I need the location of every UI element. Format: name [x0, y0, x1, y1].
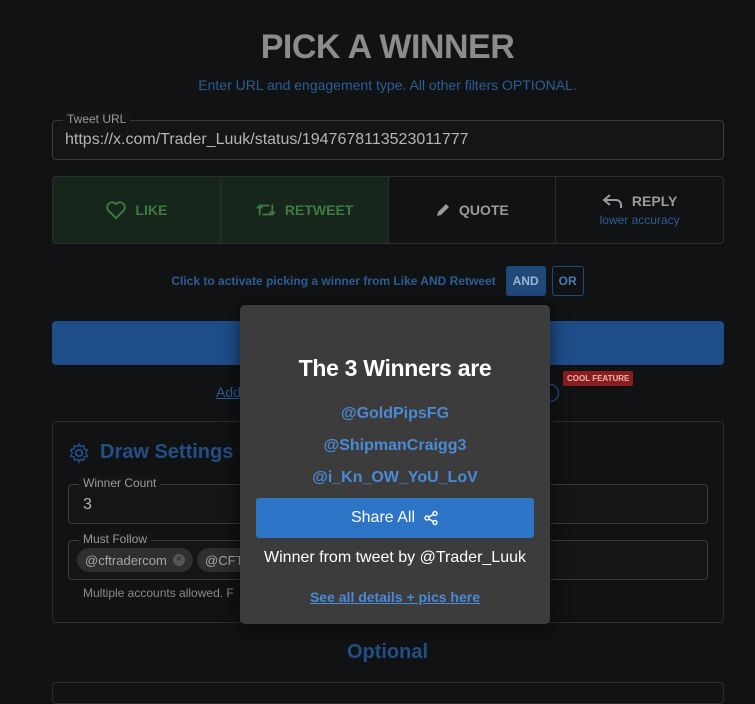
cool-feature-badge: COOL FEATURE [563, 371, 634, 386]
page-title: PICK A WINNER [260, 28, 515, 66]
chip-label: @cftradercom [85, 552, 167, 568]
share-icon [424, 510, 438, 526]
draw-settings-title: Draw Settings ( [100, 441, 246, 463]
winner-source-text: Winner from tweet by @Trader_Luuk [264, 549, 526, 566]
share-all-button[interactable]: Share All [256, 498, 534, 538]
type-quote-label: QUOTE [458, 202, 509, 218]
reply-icon [602, 194, 622, 208]
share-all-label: Share All [350, 509, 416, 526]
type-like-label: LIKE [135, 202, 168, 218]
logic-selector: Click to activate picking a winner from … [0, 266, 755, 296]
add-link[interactable]: Add [216, 384, 241, 400]
winner-link[interactable]: @i_Kn_OW_YoU_LoV [240, 469, 550, 487]
type-retweet-button[interactable]: RETWEET [220, 177, 389, 243]
reply-accuracy-note: lower accuracy [599, 213, 680, 227]
must-follow-chip[interactable]: @cftradercom × [77, 548, 193, 572]
chip-remove-icon[interactable]: × [172, 554, 185, 566]
winners-modal: The 3 Winners are @GoldPipsFG @ShipmanCr… [240, 305, 550, 624]
winner-link[interactable]: @GoldPipsFG [240, 405, 550, 423]
optional-panel [52, 682, 724, 704]
winner-count-label: Winner Count [79, 476, 161, 490]
type-reply-label: REPLY [631, 193, 678, 209]
tweet-url-value[interactable]: https://x.com/Trader_Luuk/status/1947678… [65, 131, 469, 149]
draw-settings-heading: Draw Settings ( [68, 441, 246, 464]
optional-heading: Optional [346, 641, 429, 663]
winner-link[interactable]: @ShipmanCraigg3 [240, 437, 550, 455]
and-button[interactable]: AND [505, 266, 546, 296]
must-follow-helper: Multiple accounts allowed. F [83, 586, 234, 600]
must-follow-label: Must Follow [79, 532, 152, 546]
logic-hint: Click to activate picking a winner from … [171, 274, 496, 288]
see-details-link[interactable]: See all details + pics here [240, 589, 550, 605]
type-reply-button[interactable]: REPLY lower accuracy [556, 177, 723, 243]
page-subtitle: Enter URL and engagement type. All other… [198, 77, 577, 93]
pencil-icon [436, 204, 449, 216]
or-button[interactable]: OR [551, 266, 584, 296]
gear-icon [69, 441, 89, 464]
heart-icon [106, 201, 127, 220]
tweet-url-field[interactable]: Tweet URL https://x.com/Trader_Luuk/stat… [52, 112, 724, 160]
type-quote-button[interactable]: QUOTE [389, 177, 557, 243]
modal-title: The 3 Winners are [298, 355, 492, 381]
winner-count-value[interactable]: 3 [83, 496, 92, 514]
type-retweet-label: RETWEET [284, 202, 354, 218]
engagement-type-selector: LIKE RETWEET QUOTE REPLY lower accuracy [52, 176, 724, 244]
retweet-icon [256, 204, 276, 216]
chip-label: @CFT [205, 552, 244, 568]
type-like-button[interactable]: LIKE [53, 177, 221, 243]
tweet-url-label: Tweet URL [63, 112, 131, 126]
